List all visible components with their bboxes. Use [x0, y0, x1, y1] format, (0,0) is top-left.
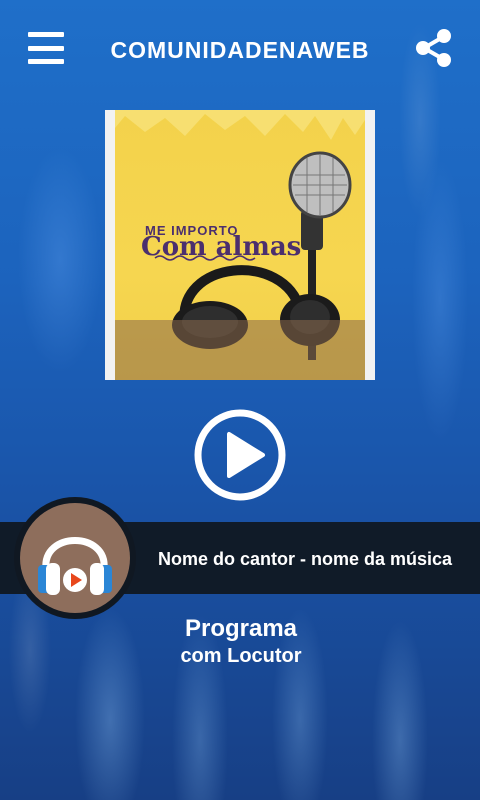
top-bar: COMUNIDADENAWEB	[0, 0, 480, 96]
app-title: COMUNIDADENAWEB	[110, 37, 370, 63]
station-logo-inner	[20, 503, 130, 613]
album-cover: ME IMPORTO Com almas	[105, 110, 375, 380]
hamburger-line	[28, 45, 64, 51]
now-playing-text: Nome do cantor - nome da música	[158, 549, 453, 569]
headphones-icon	[38, 537, 112, 595]
hamburger-line	[28, 59, 64, 64]
program-host: com Locutor	[180, 645, 302, 667]
menu-button[interactable]	[28, 32, 64, 64]
station-logo	[14, 497, 136, 619]
share-button[interactable]	[414, 28, 454, 68]
album-cover-art: ME IMPORTO Com almas	[115, 110, 365, 380]
hamburger-menu-icon	[28, 32, 64, 37]
play-button[interactable]	[193, 408, 287, 502]
play-icon	[194, 409, 286, 501]
program-title: Programa	[184, 615, 298, 642]
share-icon	[416, 29, 451, 67]
cover-line2: Com almas	[141, 232, 302, 262]
